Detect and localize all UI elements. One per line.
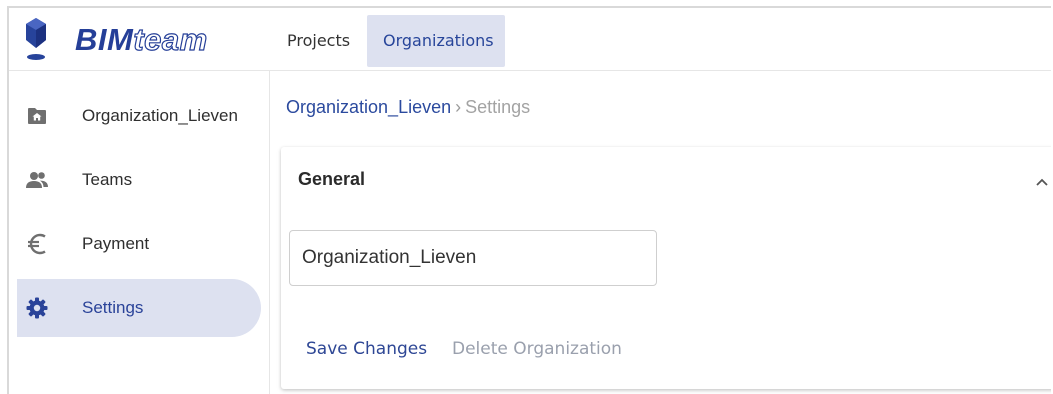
bimteam-logo-icon[interactable] — [23, 16, 49, 64]
sidebar-item-label: Organization_Lieven — [82, 106, 238, 125]
breadcrumb-separator: › — [455, 97, 462, 117]
save-changes-button[interactable]: Save Changes — [298, 331, 435, 367]
brand-team: team — [133, 21, 208, 57]
breadcrumb-organization-link[interactable]: Organization_Lieven — [286, 97, 451, 117]
chevron-up-icon[interactable] — [1031, 171, 1051, 193]
brand-bim: BIM — [75, 22, 134, 57]
folder-home-icon — [17, 107, 57, 125]
breadcrumb-current: Settings — [465, 97, 531, 117]
main-content: Organization_Lieven›Settings General Sav… — [270, 71, 1051, 394]
tab-projects[interactable]: Projects — [271, 15, 367, 67]
panel-title[interactable]: General — [298, 169, 365, 190]
people-icon — [17, 171, 57, 189]
euro-icon — [17, 232, 57, 256]
organization-name-input[interactable] — [289, 230, 657, 286]
sidebar-item-payment[interactable]: Payment — [17, 215, 261, 273]
general-panel: General Save Changes Delete Organization — [281, 147, 1051, 389]
sidebar: Organization_Lieven Teams Payment Settin… — [9, 71, 270, 394]
sidebar-item-label: Teams — [82, 170, 133, 189]
sidebar-item-label: Settings — [82, 298, 144, 317]
delete-organization-button[interactable]: Delete Organization — [444, 331, 630, 367]
top-bar: BIMteam Projects Organizations — [9, 8, 1051, 71]
sidebar-item-organization[interactable]: Organization_Lieven — [17, 87, 261, 145]
tab-organizations[interactable]: Organizations — [367, 15, 505, 67]
sidebar-item-settings[interactable]: Settings — [17, 279, 261, 337]
gear-icon — [17, 297, 57, 319]
brand-wordmark[interactable]: BIMteam — [75, 21, 208, 58]
app-window: BIMteam Projects Organizations Organizat… — [7, 6, 1051, 394]
breadcrumb: Organization_Lieven › Settings — [286, 97, 530, 118]
sidebar-item-teams[interactable]: Teams — [17, 151, 261, 209]
sidebar-item-label: Payment — [82, 234, 150, 253]
